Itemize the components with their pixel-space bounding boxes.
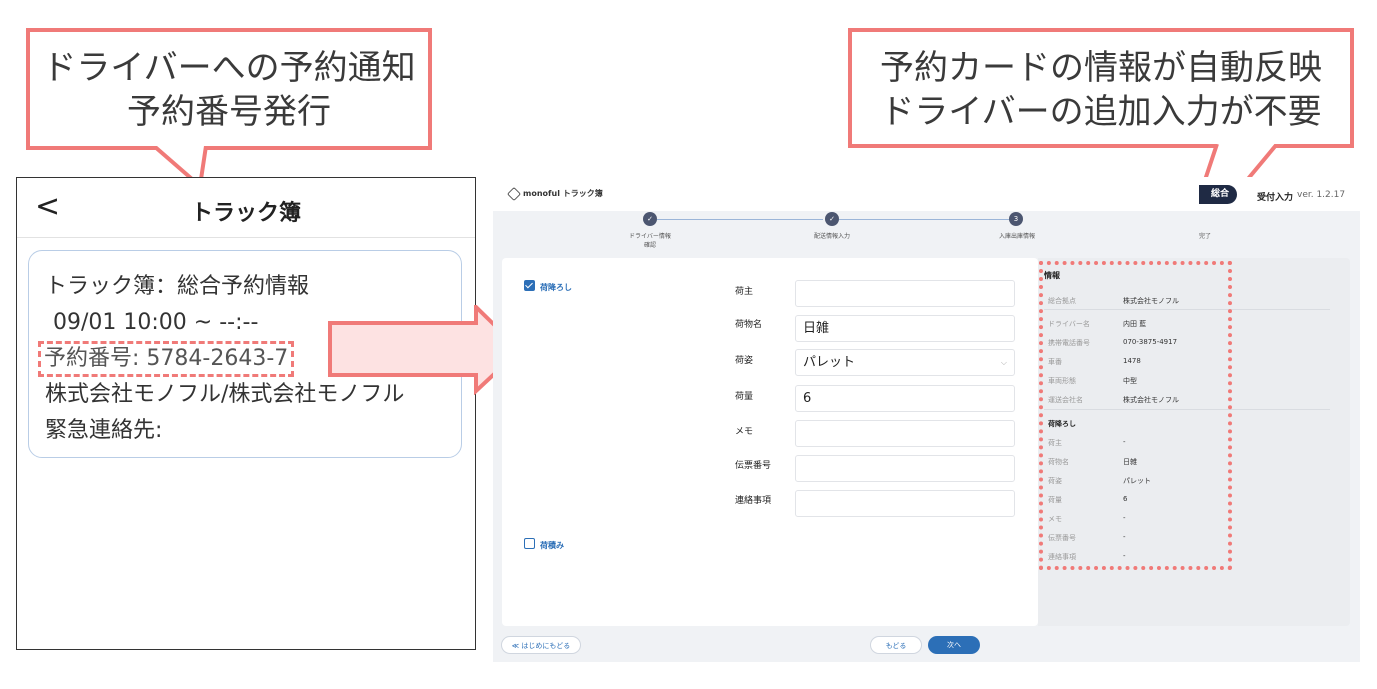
step-2-label: 配送情報入力 — [813, 233, 850, 240]
phone-title: トラック簿 — [190, 201, 301, 226]
field-label-cargo-name: 荷物名 — [735, 320, 763, 330]
card-emergency-contact: 緊急連絡先: — [45, 418, 163, 443]
mode-label: 受付入力 — [1257, 193, 1294, 203]
slip-number-input[interactable] — [795, 455, 1015, 482]
summary-label: 荷主 — [1048, 439, 1062, 447]
summary-label: 荷量 — [1048, 496, 1062, 504]
chevron-down-icon: ⌵ — [1000, 358, 1007, 367]
divider — [1044, 409, 1330, 410]
summary-value: - — [1123, 438, 1126, 446]
field-label-packaging: 荷姿 — [735, 356, 754, 366]
packaging-select[interactable]: パレット ⌵ — [795, 349, 1015, 376]
field-label-shipper: 荷主 — [735, 287, 754, 297]
back-to-start-button[interactable]: ≪ はじめにもどる — [501, 636, 581, 654]
summary-label: 荷物名 — [1048, 458, 1069, 466]
app-logo: monoful トラック簿 — [506, 186, 603, 201]
summary-label: 荷姿 — [1048, 477, 1062, 485]
version-label: ver. 1.2.17 — [1297, 190, 1346, 200]
shipper-input[interactable] — [795, 280, 1015, 307]
summary-value: 中型 — [1123, 377, 1137, 385]
app-screenshot: monoful トラック簿 総合 受付入力 ver. 1.2.17 ✓ ✓ 3 … — [493, 177, 1360, 662]
summary-value: 6 — [1123, 495, 1128, 503]
summary-value: 1478 — [1123, 357, 1141, 365]
load-checkbox-label: 荷積み — [540, 541, 564, 550]
logo-icon — [506, 186, 522, 201]
unload-checkbox[interactable] — [524, 280, 535, 291]
phone-header: < トラック簿 — [17, 178, 475, 238]
summary-value: 日雑 — [1123, 458, 1137, 466]
load-checkbox[interactable] — [524, 538, 535, 549]
step-4-label: 完了 — [1198, 233, 1211, 240]
step-connector — [839, 219, 1009, 220]
summary-section-title: 荷降ろし — [1048, 420, 1076, 428]
summary-value: 株式会社モノフル — [1123, 297, 1179, 305]
card-title: トラック簿：総合予約情報 — [45, 274, 310, 299]
field-label-memo: メモ — [735, 427, 754, 437]
summary-label: 総合拠点 — [1048, 297, 1076, 305]
summary-value: パレット — [1123, 477, 1151, 485]
unload-checkbox-label: 荷降ろし — [540, 283, 572, 292]
quantity-input[interactable]: 6 — [795, 385, 1015, 412]
summary-label: 運送会社名 — [1048, 396, 1083, 404]
next-button[interactable]: 次へ — [928, 636, 980, 654]
summary-label: ドライバー名 — [1048, 320, 1090, 328]
summary-label: 車番 — [1048, 358, 1062, 366]
step-3-circle: 3 — [1009, 212, 1023, 226]
step-3-label: 入庫出庫情報 — [998, 233, 1035, 240]
divider — [1044, 309, 1330, 310]
summary-value: - — [1123, 533, 1126, 541]
summary-label: 携帯電話番号 — [1048, 339, 1090, 347]
step-1-label: ドライバー情報 確認 — [629, 233, 671, 249]
notes-input[interactable] — [795, 490, 1015, 517]
mode-pill: 総合 — [1199, 185, 1238, 204]
summary-label: 連絡事項 — [1048, 553, 1076, 561]
step-connector — [657, 219, 823, 220]
step-1-circle: ✓ — [643, 212, 657, 226]
phone-screen: < トラック簿 トラック簿：総合予約情報 09/01 10:00 ~ --:--… — [16, 177, 476, 650]
callout-reservation-notice: ドライバーへの予約通知 予約番号発行 — [26, 28, 432, 150]
back-button[interactable]: もどる — [870, 636, 922, 654]
cargo-name-input[interactable]: 日雑 — [795, 315, 1015, 342]
summary-value: 070-3875-4917 — [1123, 338, 1178, 346]
field-label-quantity: 荷量 — [735, 392, 754, 402]
callout-auto-reflect: 予約カードの情報が自動反映 ドライバーの追加入力が不要 — [848, 28, 1354, 148]
summary-label: 伝票番号 — [1048, 534, 1076, 542]
step-2-circle: ✓ — [825, 212, 839, 226]
memo-input[interactable] — [795, 420, 1015, 447]
reservation-number: 予約番号: 5784-2643-7 — [38, 341, 295, 377]
summary-value: 内田 藍 — [1123, 320, 1147, 328]
form-panel: 荷降ろし 荷積み 荷主 荷物名 日雑 荷姿 パレット ⌵ 荷量 6 メモ 伝票番… — [502, 258, 1038, 626]
callout-right-line1: 予約カードの情報が自動反映 — [880, 48, 1322, 88]
summary-label: 車両形態 — [1048, 377, 1076, 385]
packaging-value: パレット — [803, 355, 856, 370]
summary-value: - — [1123, 514, 1126, 522]
callout-right-line2: ドライバーの追加入力が不要 — [880, 92, 1322, 132]
field-label-slip-number: 伝票番号 — [735, 461, 772, 471]
field-label-notes: 連絡事項 — [735, 496, 772, 506]
summary-value: - — [1123, 552, 1126, 560]
summary-panel: 情報 総合拠点 株式会社モノフル ドライバー名 内田 藍 携帯電話番号 070-… — [1038, 258, 1350, 626]
summary-label: メモ — [1048, 515, 1062, 523]
logo-text: monoful トラック簿 — [523, 189, 603, 198]
callout-left-line1: ドライバーへの予約通知 — [42, 48, 416, 88]
summary-heading: 情報 — [1044, 271, 1060, 280]
callout-left-line2: 予約番号発行 — [127, 92, 331, 132]
summary-value: 株式会社モノフル — [1123, 396, 1179, 404]
app-topbar: monoful トラック簿 総合 受付入力 ver. 1.2.17 — [493, 177, 1360, 211]
